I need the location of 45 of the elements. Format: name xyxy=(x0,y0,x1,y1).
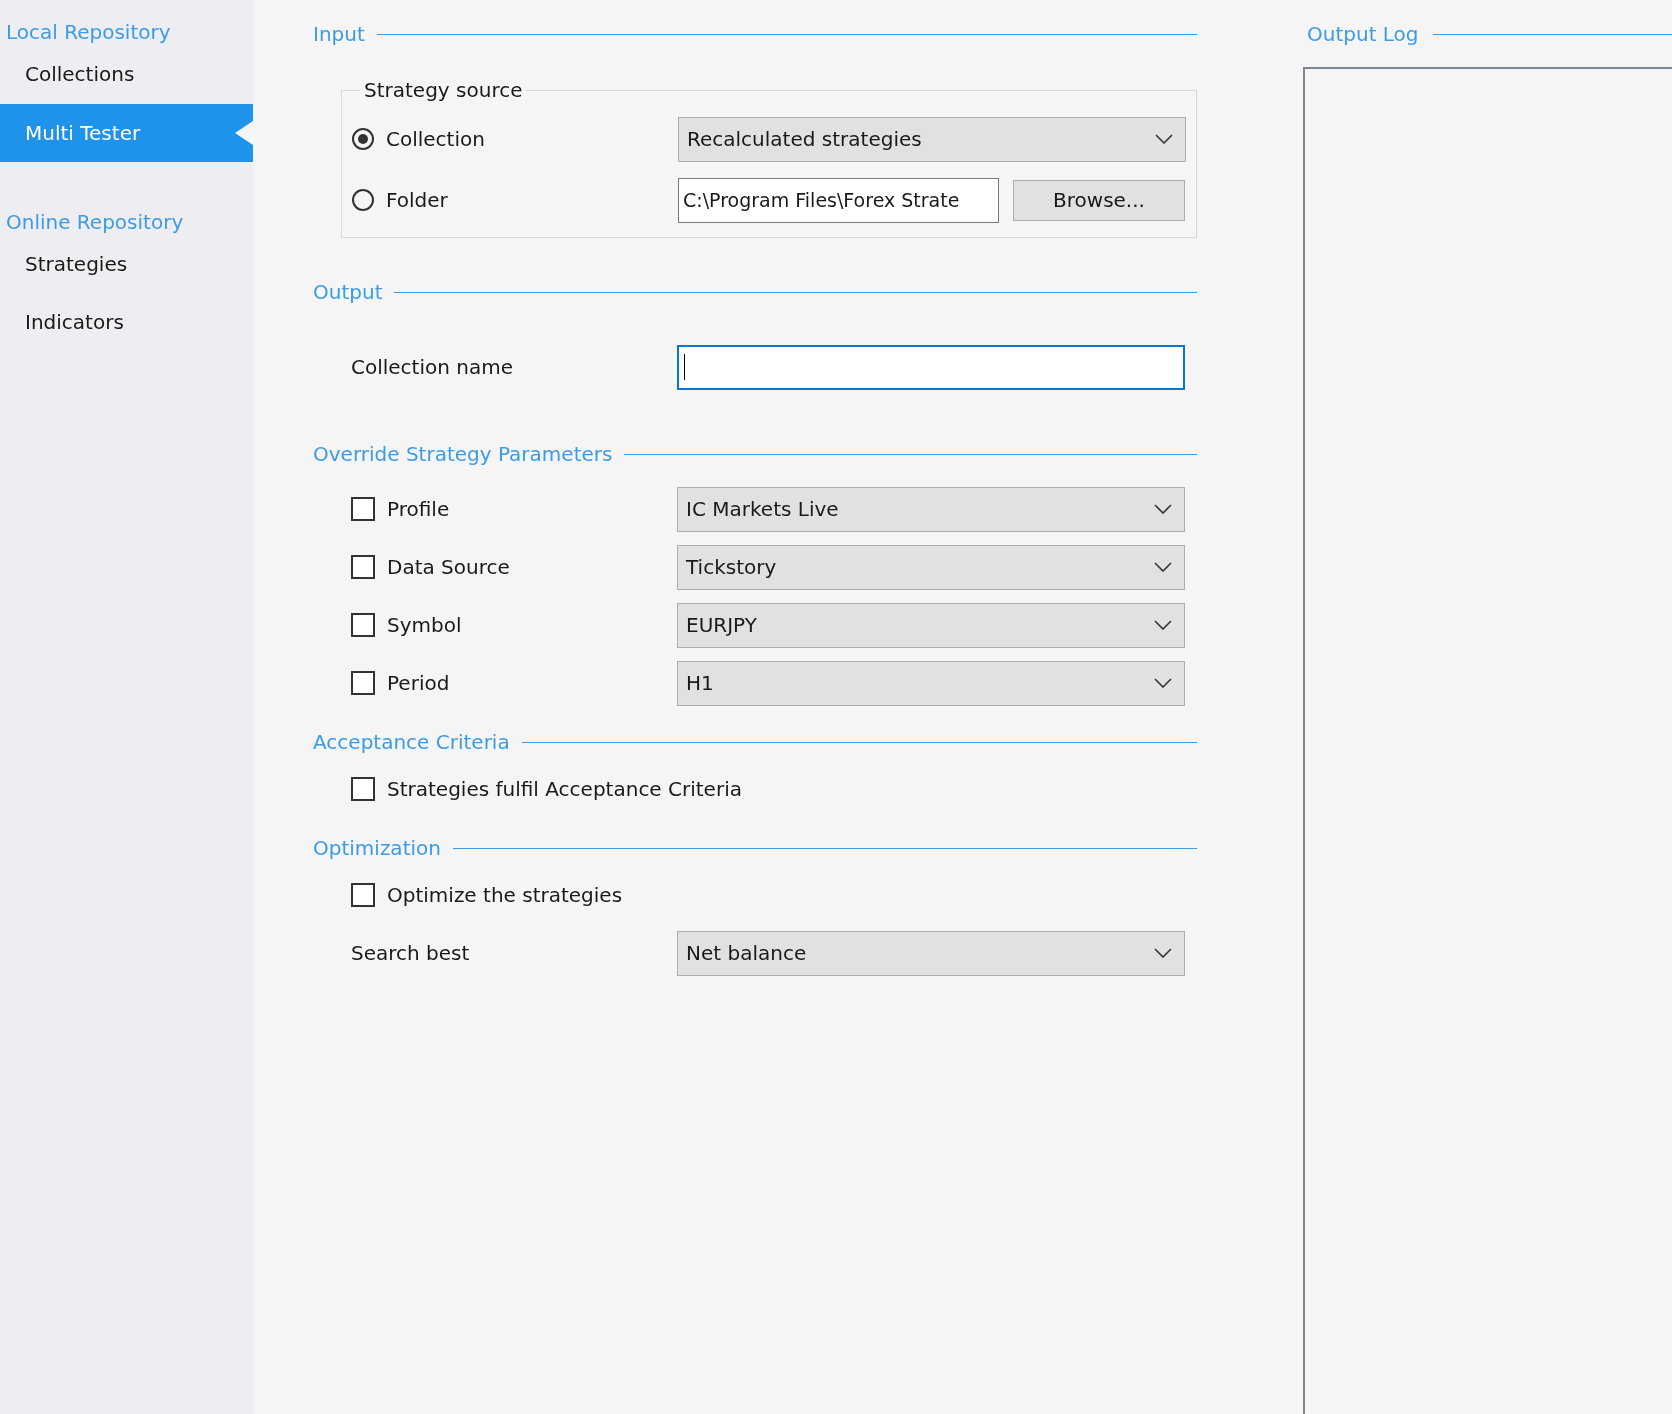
sidebar-item[interactable]: Indicators xyxy=(0,294,253,350)
collection-name-field[interactable] xyxy=(677,344,1185,390)
dropdown[interactable]: Tickstory xyxy=(677,544,1185,590)
field-label: Collection name xyxy=(351,355,514,379)
sidebar-heading: Online Repository xyxy=(5,209,185,236)
dropdown[interactable]: EURJPY xyxy=(677,602,1185,648)
checkbox[interactable] xyxy=(351,555,375,579)
chevron-down-icon xyxy=(1154,504,1172,514)
section-title: Optimization xyxy=(313,836,441,860)
chevron-down-icon xyxy=(1154,620,1172,630)
radio-button[interactable] xyxy=(352,128,374,150)
chevron-down-icon xyxy=(1154,562,1172,572)
chevron-down-icon xyxy=(1154,678,1172,688)
section-title: Output Log xyxy=(1307,22,1419,46)
sidebar-item[interactable]: Strategies xyxy=(0,240,253,290)
section-title: Acceptance Criteria xyxy=(313,730,510,754)
checkbox[interactable] xyxy=(351,777,375,801)
checkbox-label: Symbol xyxy=(387,613,462,637)
dropdown[interactable]: IC Markets Live xyxy=(677,486,1185,532)
folder-path-field[interactable]: C:\Program Files\Forex Strate xyxy=(678,177,999,223)
sidebar-item[interactable]: Collections xyxy=(0,50,253,100)
checkbox-label: Optimize the strategies xyxy=(387,883,623,907)
chevron-down-icon xyxy=(1155,134,1173,144)
chevron-down-icon xyxy=(1154,948,1172,958)
browse-button[interactable]: Browse... xyxy=(1013,179,1185,221)
radio-label: Folder xyxy=(386,188,448,212)
checkbox[interactable] xyxy=(351,613,375,637)
checkbox-label: Strategies fulfil Acceptance Criteria xyxy=(387,777,742,801)
section-title: Override Strategy Parameters xyxy=(313,442,613,466)
dropdown[interactable]: Recalculated strategies xyxy=(678,116,1186,162)
checkbox-label: Profile xyxy=(387,497,450,521)
sidebar-heading: Local Repository xyxy=(5,19,172,46)
section-title: Output xyxy=(313,280,383,304)
section-title: Input xyxy=(313,22,365,46)
dropdown[interactable]: Net balance xyxy=(677,930,1185,976)
checkbox-label: Data Source xyxy=(387,555,510,579)
field-label: Search best xyxy=(351,941,471,965)
checkbox[interactable] xyxy=(351,883,375,907)
group-title: Strategy source xyxy=(363,78,524,102)
checkbox[interactable] xyxy=(351,671,375,695)
radio-label: Collection xyxy=(386,127,485,151)
dropdown[interactable]: H1 xyxy=(677,660,1185,706)
radio-button[interactable] xyxy=(352,189,374,211)
checkbox[interactable] xyxy=(351,497,375,521)
checkbox-label: Period xyxy=(387,671,450,695)
